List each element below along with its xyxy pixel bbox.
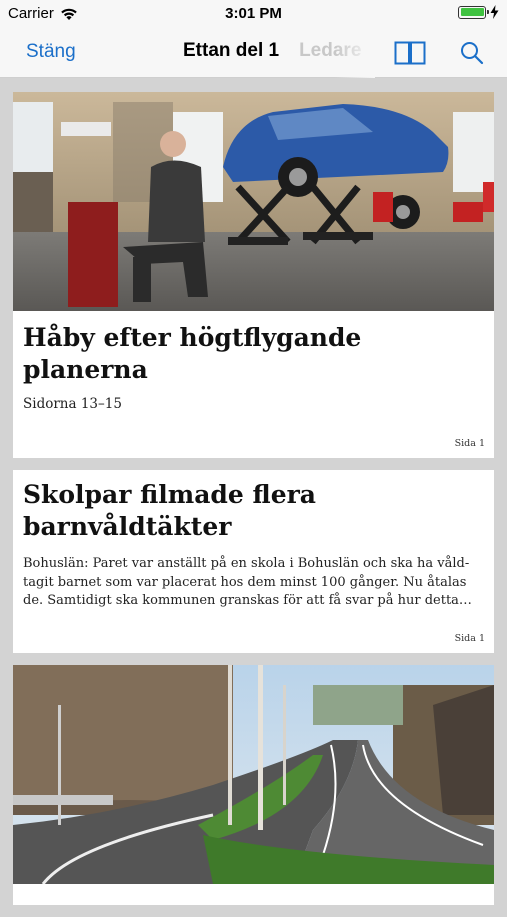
section-tabs: Ettan del 1 Ledare [183, 28, 375, 78]
status-time: 3:01 PM [225, 5, 282, 22]
excerpt-line: tagit barnet som var placerat hos dem mi… [23, 574, 467, 590]
page-reference: Sida 1 [454, 438, 485, 449]
excerpt-line: de. Samtidigt ska kommunen granskas för … [23, 593, 472, 608]
status-right [458, 5, 499, 19]
article-card[interactable]: Skolpar filmade flera barnvåldtäkter Boh… [13, 470, 494, 653]
excerpt-line: Bohuslän: Paret var anställt på en skola… [23, 556, 470, 571]
article-body: Håby efter högtflygande planerna Sidorna… [13, 322, 494, 414]
battery-fill [460, 8, 484, 16]
article-card[interactable]: Håby efter högtflygande planerna Sidorna… [13, 92, 494, 458]
garage-mechanic-photo [13, 92, 494, 311]
article-card[interactable] [13, 665, 494, 905]
search-icon[interactable] [460, 41, 484, 65]
two-page-view-icon[interactable] [394, 41, 426, 65]
article-feed: Håby efter högtflygande planerna Sidorna… [13, 92, 494, 917]
article-headline: Håby efter högtflygande planerna [23, 323, 362, 384]
status-bar: Carrier 3:01 PM [0, 0, 507, 28]
navigation-bar: Stäng Ettan del 1 Ledare [0, 28, 507, 78]
article-excerpt: Bohuslän: Paret var anställt på en skola… [23, 555, 484, 611]
road-landscape-photo [13, 665, 494, 884]
battery-icon [458, 5, 489, 19]
article-headline: Skolpar filmade flera barnvåldtäkter [23, 479, 484, 543]
close-button[interactable]: Stäng [26, 41, 76, 63]
tab-ettan-del-1[interactable]: Ettan del 1 [183, 40, 279, 62]
page-reference: Sida 1 [454, 633, 485, 644]
headline-line: Skolpar filmade flera [23, 480, 316, 509]
headline-line: barnvåldtäkter [23, 512, 232, 541]
article-subline: Sidorna 13–15 [23, 396, 122, 412]
article-body: Skolpar filmade flera barnvåldtäkter Boh… [13, 470, 494, 611]
charging-bolt-icon [490, 5, 499, 19]
